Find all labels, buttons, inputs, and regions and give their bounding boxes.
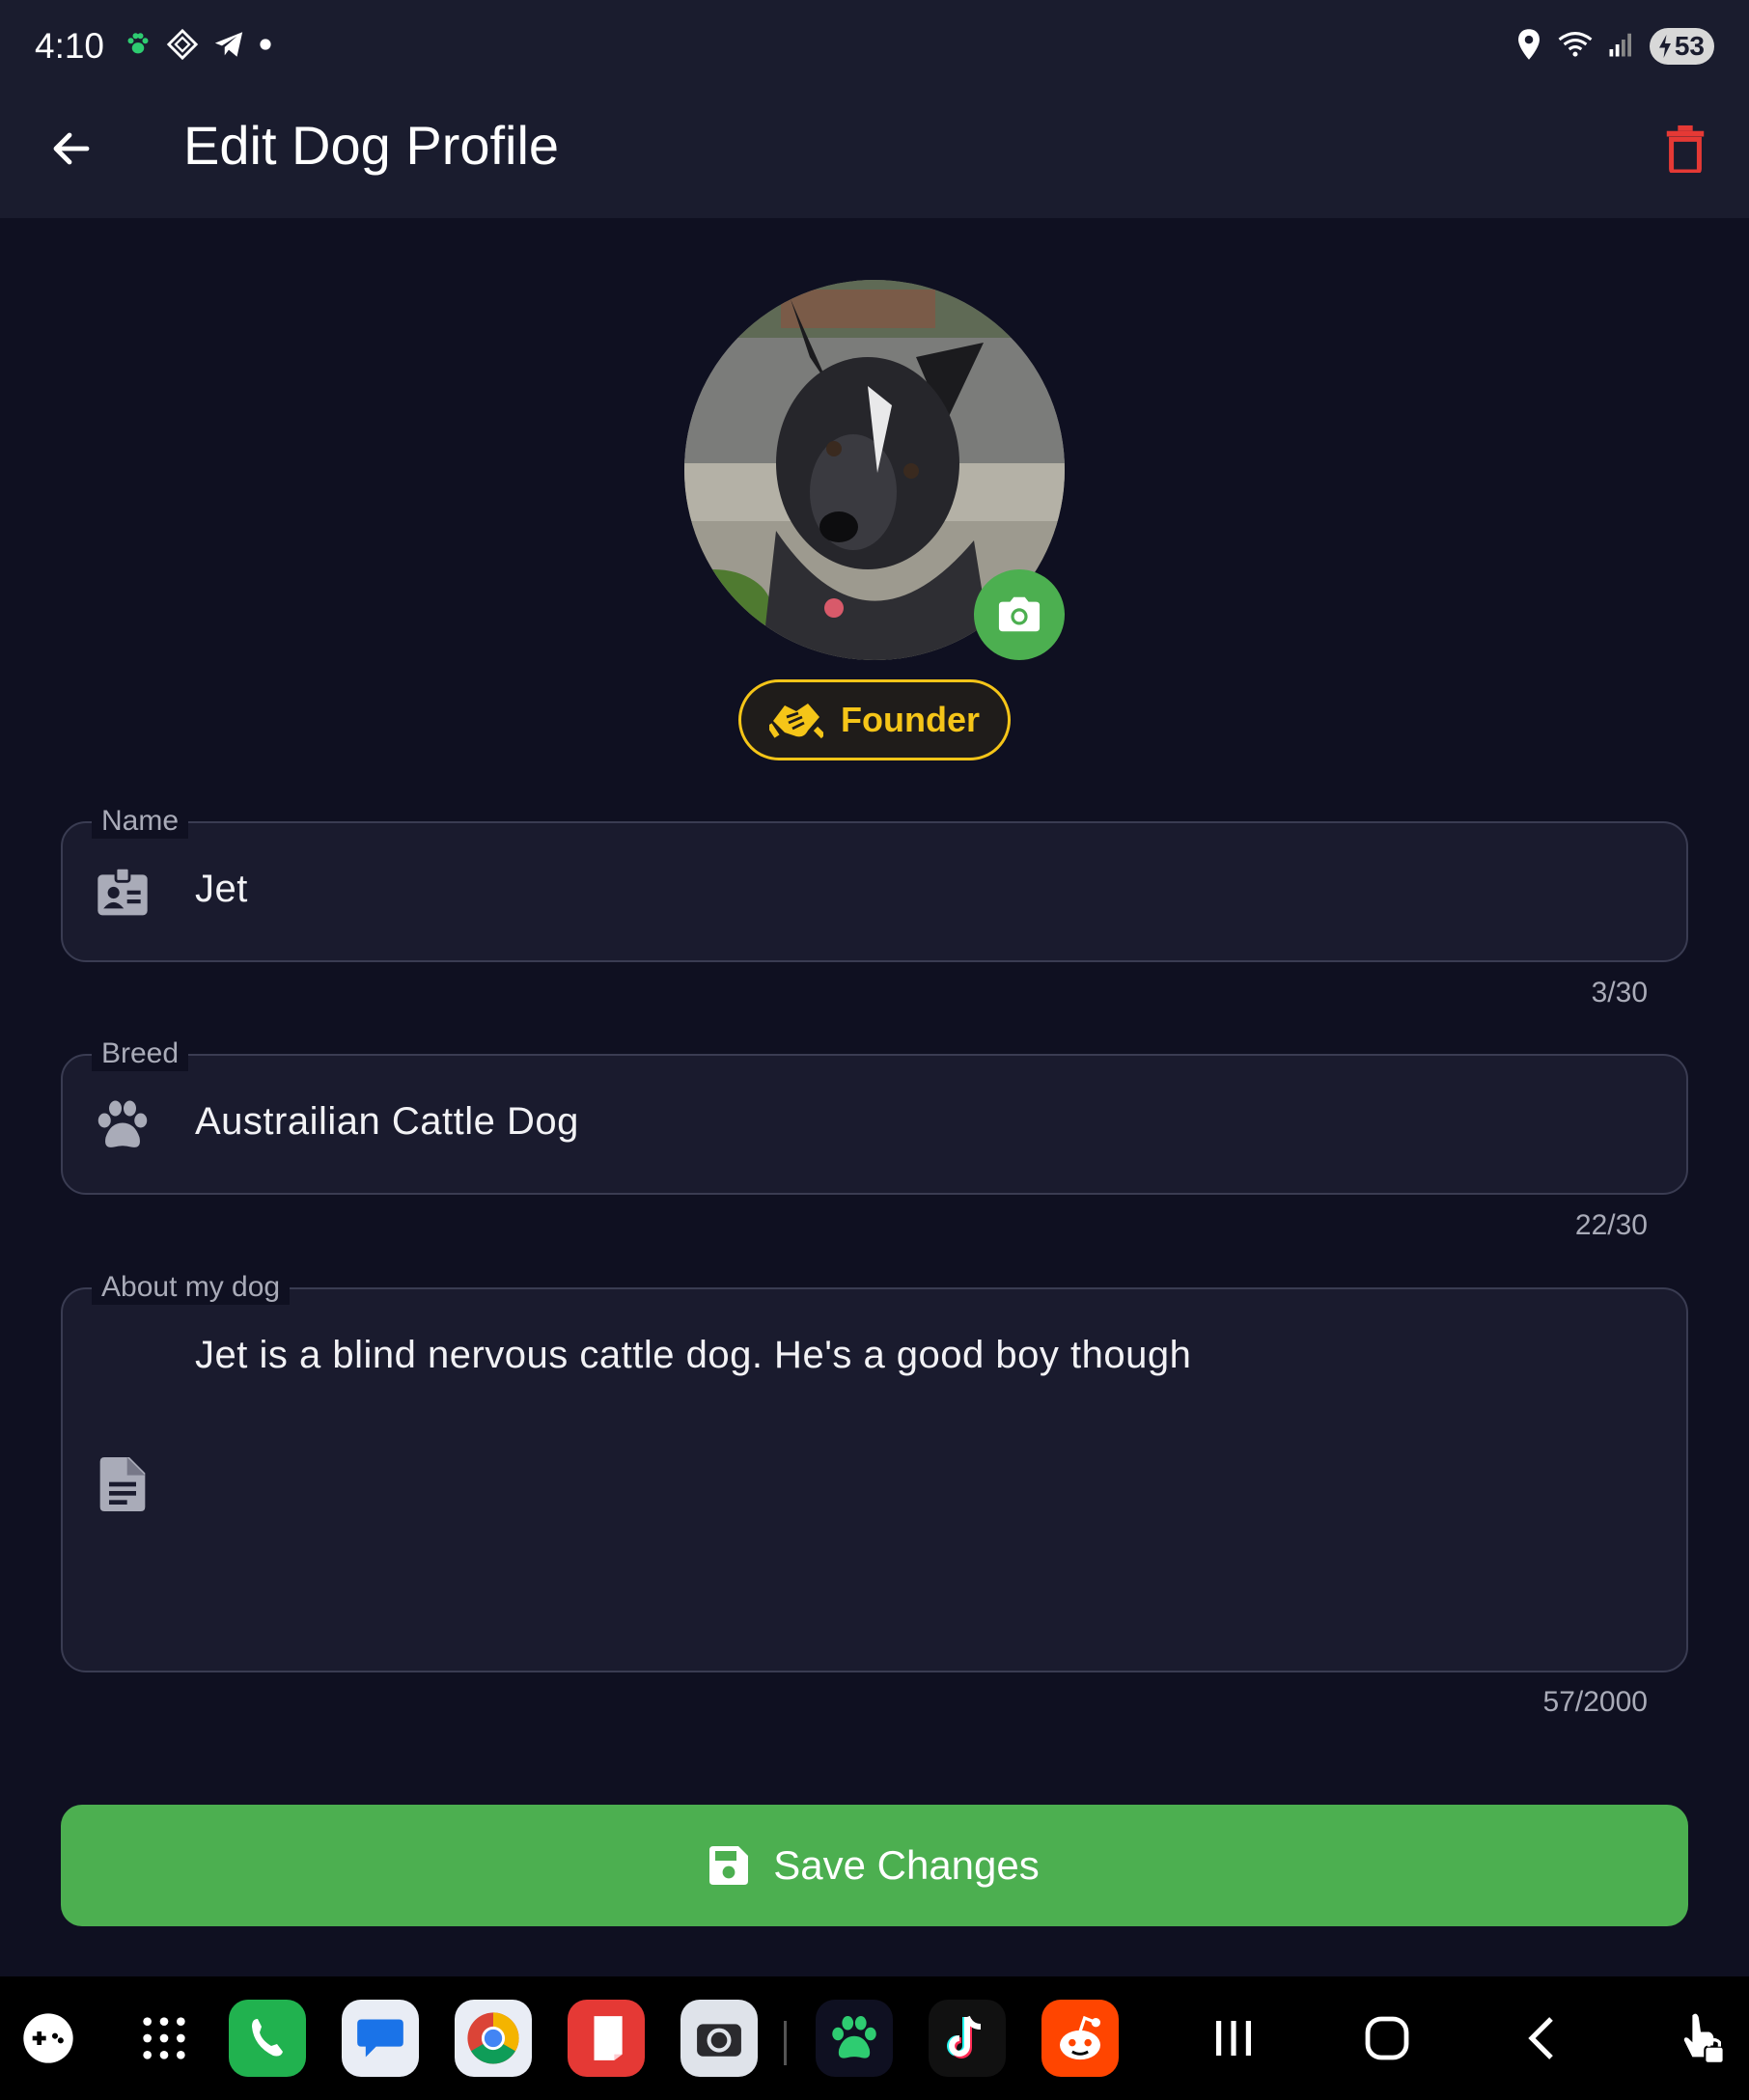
camera-app-icon[interactable] [680,2000,758,2077]
paw-icon [124,30,153,64]
battery-icon: 53 [1649,28,1714,65]
id-badge-icon [92,862,153,924]
location-icon [1514,28,1543,66]
breed-field[interactable]: Breed Austrailian Cattle Dog [61,1036,1688,1195]
name-counter: 3/30 [1591,977,1648,1009]
status-icons-left [124,28,272,66]
arrow-left-icon [53,132,90,165]
reddit-icon[interactable] [1041,2000,1119,2077]
breed-counter: 22/30 [1574,1209,1648,1241]
name-field-label: Name [92,804,189,839]
notes-icon[interactable] [568,2000,645,2077]
name-field[interactable]: Name Jet [61,804,1688,962]
floppy-disk-icon [709,1846,749,1885]
document-icon [92,1453,153,1515]
handshake-icon [769,704,823,739]
avatar-container [684,280,1065,660]
taskbar [0,1976,1749,2100]
founder-badge: Founder [738,679,1011,760]
save-label: Save Changes [773,1842,1040,1888]
trash-icon [1666,124,1705,173]
save-changes-button[interactable]: Save Changes [61,1805,1688,1926]
change-photo-button[interactable] [974,569,1065,660]
wifi-icon [1557,29,1594,65]
breed-field-label: Breed [92,1036,189,1071]
phone-icon[interactable] [229,2000,306,2077]
back-button[interactable] [44,122,98,176]
taskbar-divider [784,2021,787,2065]
recents-icon[interactable] [1195,2000,1272,2077]
about-field[interactable]: About my dog Jet is a blind nervous catt… [61,1270,1688,1672]
game-launcher-icon[interactable] [10,2000,87,2077]
about-field-label: About my dog [92,1270,291,1305]
messages-icon[interactable] [342,2000,419,2077]
delete-button[interactable] [1658,120,1712,178]
page-title: Edit Dog Profile [183,115,560,176]
diamond-grid-icon [166,28,199,66]
status-bar: 4:10 53 [0,0,1749,93]
dot-icon [259,38,272,56]
paw-icon [92,1094,153,1156]
breed-input[interactable]: Austrailian Cattle Dog [195,1100,579,1144]
status-icons-right: 53 [1514,28,1714,66]
tiktok-icon[interactable] [929,2000,1006,2077]
nav-back-icon[interactable] [1503,2000,1580,2077]
app-bar: Edit Dog Profile [0,93,1749,218]
camera-icon [998,596,1041,632]
touch-lock-icon[interactable] [1662,2000,1739,2077]
about-counter: 57/2000 [1542,1686,1648,1718]
about-textarea[interactable]: Jet is a blind nervous cattle dog. He's … [195,1334,1191,1377]
signal-icon [1607,30,1636,64]
battery-level: 53 [1674,31,1705,61]
founder-label: Founder [841,700,980,739]
home-icon[interactable] [1348,2000,1426,2077]
name-input[interactable]: Jet [195,868,248,911]
chrome-icon[interactable] [455,2000,532,2077]
telegram-icon [212,28,245,66]
status-time: 4:10 [35,26,105,66]
app-drawer-icon[interactable] [125,2000,203,2077]
paw-app-icon[interactable] [816,2000,893,2077]
